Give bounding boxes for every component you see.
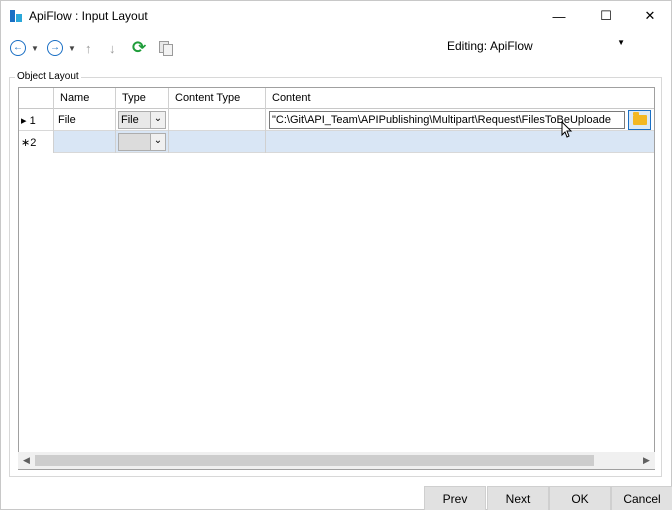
- app-icon: [10, 10, 22, 22]
- content-cell[interactable]: "C:\Git\API_Team\APIPublishing\Multipart…: [266, 109, 654, 131]
- type-combo[interactable]: File ⌄: [118, 111, 166, 129]
- next-button[interactable]: Next: [487, 486, 549, 510]
- prev-button[interactable]: Prev: [424, 486, 486, 510]
- group-label: Object Layout: [15, 71, 81, 82]
- refresh-button[interactable]: ⟳: [132, 38, 146, 57]
- forward-dropdown-button[interactable]: ▼: [68, 39, 76, 57]
- copy-icon: [158, 40, 174, 56]
- forward-button[interactable]: →: [47, 39, 63, 57]
- move-down-button[interactable]: ↓: [109, 39, 116, 57]
- move-up-button[interactable]: ↑: [85, 39, 92, 57]
- close-button[interactable]: ✕: [627, 1, 672, 31]
- input-layout-window: ApiFlow : Input Layout — ☐ ✕ ← ▼ → ▼ ↑ ↓…: [0, 0, 672, 510]
- title-bar: ApiFlow : Input Layout — ☐ ✕: [1, 1, 671, 31]
- row-marker[interactable]: ∗2: [19, 131, 54, 153]
- minimize-button[interactable]: —: [536, 1, 582, 31]
- scroll-thumb[interactable]: [35, 455, 594, 466]
- editing-select[interactable]: ApiFlow ▼: [486, 36, 629, 56]
- browse-button[interactable]: [628, 110, 651, 130]
- type-cell[interactable]: ⌄: [116, 131, 169, 153]
- column-header-content-type[interactable]: Content Type: [169, 88, 266, 109]
- chevron-down-icon[interactable]: ⌄: [150, 134, 165, 150]
- column-header-name[interactable]: Name: [54, 88, 116, 109]
- table-row[interactable]: ▸ 1 File File ⌄ "C:\Git\API_Team\APIPubl…: [19, 109, 654, 131]
- grid-header: Name Type Content Type Content: [19, 88, 654, 109]
- row-header-corner: [19, 88, 54, 109]
- row-marker[interactable]: ▸ 1: [19, 109, 54, 131]
- content-type-cell[interactable]: [169, 131, 266, 153]
- back-button[interactable]: ←: [10, 39, 26, 57]
- type-combo[interactable]: ⌄: [118, 133, 166, 151]
- maximize-button[interactable]: ☐: [583, 1, 629, 31]
- layout-grid[interactable]: Name Type Content Type Content ▸ 1 File …: [18, 87, 655, 470]
- content-cell[interactable]: [266, 131, 654, 153]
- column-header-content[interactable]: Content: [266, 88, 654, 109]
- back-dropdown-button[interactable]: ▼: [31, 39, 39, 57]
- name-cell[interactable]: [54, 131, 116, 153]
- cancel-button[interactable]: Cancel: [611, 486, 672, 510]
- editing-value: ApiFlow: [490, 39, 533, 53]
- content-type-cell[interactable]: [169, 109, 266, 131]
- ok-button[interactable]: OK: [549, 486, 611, 510]
- copy-button[interactable]: [158, 39, 174, 57]
- scroll-left-button[interactable]: ◀: [18, 452, 35, 469]
- scroll-right-button[interactable]: ▶: [638, 452, 655, 469]
- window-title: ApiFlow : Input Layout: [29, 9, 148, 23]
- type-cell[interactable]: File ⌄: [116, 109, 169, 131]
- column-header-type[interactable]: Type: [116, 88, 169, 109]
- type-value: File: [121, 114, 139, 126]
- table-row[interactable]: ∗2 ⌄: [19, 131, 654, 153]
- mouse-cursor-icon: [561, 121, 573, 138]
- name-cell[interactable]: File: [54, 109, 116, 131]
- back-icon: ←: [10, 40, 26, 56]
- horizontal-scrollbar[interactable]: ◀ ▶: [18, 452, 655, 469]
- chevron-down-icon: ▼: [617, 38, 625, 47]
- folder-icon: [632, 112, 647, 125]
- forward-icon: →: [47, 40, 63, 56]
- editing-label: Editing:: [447, 39, 488, 53]
- chevron-down-icon[interactable]: ⌄: [150, 112, 165, 128]
